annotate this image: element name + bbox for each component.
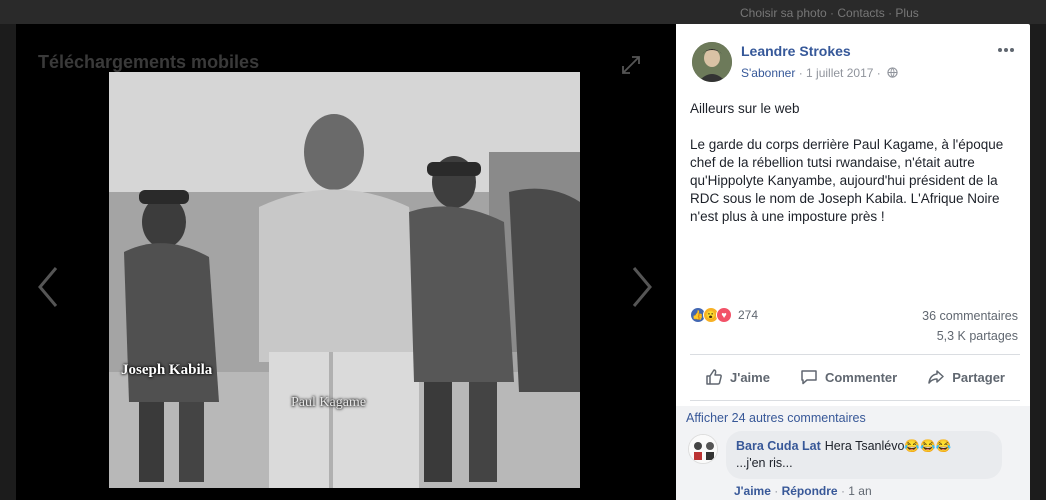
show-more-comments-link[interactable]: Afficher 24 autres commentaires	[686, 411, 866, 425]
divider	[690, 400, 1020, 401]
like-button-label: J'aime	[730, 369, 770, 385]
comment-icon	[801, 370, 817, 385]
post-paragraph: Le garde du corps derrière Paul Kagame, …	[690, 137, 1004, 224]
love-reaction-icon: ♥	[716, 307, 732, 323]
comments-section: Afficher 24 autres commentaires Bara Cud…	[676, 406, 1030, 500]
comment-text-continued: ...j'en ris...	[736, 456, 793, 470]
more-options-icon[interactable]	[996, 44, 1016, 56]
post-photo[interactable]: Joseph Kabila Paul Kagame	[109, 72, 580, 488]
post-stats: 36 commentaires 5,3 K partages	[922, 306, 1018, 346]
commenter-avatar[interactable]	[688, 434, 718, 464]
post-text: Ailleurs sur le web Le garde du corps de…	[690, 100, 1020, 244]
comment-text: Hera Tsanlévo😂😂😂	[824, 439, 952, 453]
next-photo-arrow-icon[interactable]	[626, 262, 656, 312]
photo-image	[109, 72, 580, 488]
comment-meta: J'aime · Répondre · 1 an	[734, 484, 872, 498]
background-page-strip: Choisir sa photo · Contacts · Plus	[0, 0, 1046, 24]
comment-like-link[interactable]: J'aime	[734, 484, 771, 498]
comment-meta-separator: ·	[840, 484, 845, 498]
photo-caption-left: Joseph Kabila	[121, 362, 213, 378]
post-paragraph: Ailleurs sur le web	[690, 101, 800, 116]
comment-meta-separator: ·	[774, 484, 779, 498]
photo-viewer: Téléchargements mobiles Joseph Kabila Pa…	[16, 24, 676, 500]
post-actions: J'aime Commenter Partager	[690, 362, 1020, 392]
shares-count-link[interactable]: 5,3 K partages	[922, 326, 1018, 346]
author-name-link[interactable]: Leandre Strokes	[741, 43, 851, 59]
reactions-summary[interactable]: 👍 😮 ♥ 274	[690, 306, 758, 324]
photo-caption-center: Paul Kagame	[291, 395, 367, 410]
commenter-name-link[interactable]: Bara Cuda Lat	[736, 439, 821, 453]
thumbs-up-icon	[706, 369, 722, 385]
previous-photo-arrow-icon[interactable]	[34, 262, 64, 312]
album-title: Téléchargements mobiles	[38, 52, 260, 72]
comment-time[interactable]: 1 an	[848, 484, 871, 498]
share-button-label: Partager	[952, 369, 1005, 385]
share-arrow-icon	[928, 370, 944, 384]
reaction-count[interactable]: 274	[738, 308, 758, 322]
comment-bubble: Bara Cuda Lat Hera Tsanlévo😂😂😂 ...j'en ri…	[726, 431, 1002, 479]
background-page-text: Choisir sa photo · Contacts · Plus	[740, 6, 919, 20]
author-avatar[interactable]	[692, 42, 732, 82]
meta-separator: ·	[876, 66, 881, 80]
share-button[interactable]: Partager	[927, 368, 1005, 386]
follow-link[interactable]: S'abonner	[741, 66, 795, 80]
comment-button[interactable]: Commenter	[800, 368, 897, 386]
like-button[interactable]: J'aime	[705, 368, 770, 386]
meta-separator: ·	[798, 66, 803, 80]
globe-icon	[887, 67, 898, 78]
comments-count-link[interactable]: 36 commentaires	[922, 306, 1018, 326]
divider	[690, 354, 1020, 355]
post-details-panel: Leandre Strokes S'abonner · 1 juillet 20…	[676, 24, 1030, 500]
comment-reply-link[interactable]: Répondre	[782, 484, 838, 498]
post-meta: S'abonner · 1 juillet 2017 ·	[741, 66, 898, 80]
expand-icon[interactable]	[620, 54, 642, 76]
post-date[interactable]: 1 juillet 2017	[806, 66, 873, 80]
comment-button-label: Commenter	[824, 369, 898, 385]
